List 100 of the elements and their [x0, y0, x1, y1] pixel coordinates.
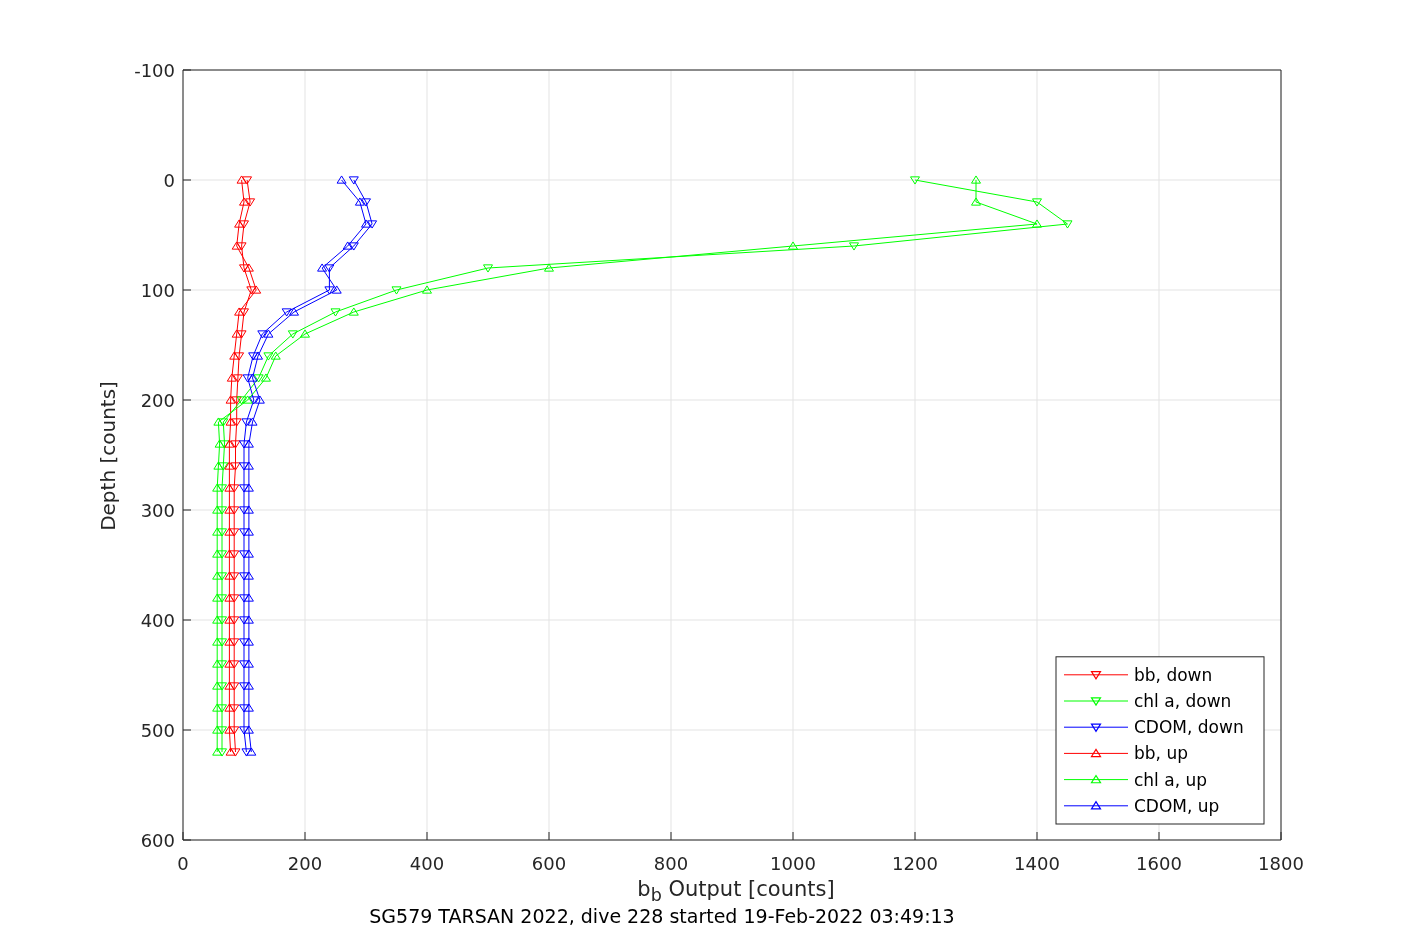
data-marker — [239, 308, 249, 317]
data-marker — [354, 197, 365, 206]
data-marker — [217, 484, 228, 493]
data-marker — [224, 681, 235, 690]
y-tick-label: 500 — [140, 720, 175, 741]
data-marker — [287, 330, 298, 339]
data-marker — [788, 241, 798, 250]
figure-caption: SG579 TARSAN 2022, dive 228 started 19-Feb-2022 03:49:13 — [368, 905, 956, 927]
data-marker — [239, 594, 249, 603]
legend-label: CDOM, down — [1134, 717, 1244, 738]
data-marker — [229, 638, 240, 647]
data-marker — [263, 329, 274, 338]
y-tick-label: 200 — [140, 390, 175, 411]
data-marker — [348, 176, 359, 185]
data-marker — [253, 351, 264, 360]
legend-line-icon — [1063, 723, 1129, 733]
data-marker — [324, 264, 335, 273]
data-marker — [391, 286, 402, 295]
data-marker — [849, 242, 859, 251]
data-marker — [230, 462, 241, 471]
data-marker — [241, 418, 252, 427]
y-axis-label: Depth [counts] — [96, 381, 120, 531]
data-marker — [212, 703, 223, 712]
x-tick-label: 1200 — [892, 853, 938, 874]
data-marker — [330, 308, 341, 317]
data-marker — [239, 638, 249, 647]
data-marker — [254, 395, 265, 404]
data-marker — [224, 659, 235, 668]
data-marker — [247, 417, 258, 426]
data-marker — [248, 396, 259, 405]
data-marker — [243, 263, 254, 272]
data-marker — [212, 527, 223, 536]
data-marker — [212, 681, 223, 690]
data-marker — [239, 220, 249, 229]
data-marker — [231, 241, 242, 250]
data-marker — [324, 286, 335, 295]
data-marker — [217, 638, 228, 647]
data-marker — [239, 440, 249, 449]
data-marker — [239, 660, 249, 669]
data-marker — [239, 682, 249, 691]
data-marker — [239, 264, 249, 273]
data-marker — [243, 659, 254, 668]
y-tick-label: 300 — [140, 500, 175, 521]
data-marker — [230, 440, 241, 449]
data-marker — [243, 593, 254, 602]
data-marker — [243, 483, 254, 492]
data-marker — [224, 439, 235, 448]
data-marker — [217, 616, 228, 625]
data-marker — [236, 396, 247, 405]
data-marker — [544, 263, 554, 272]
data-marker — [263, 352, 274, 361]
data-marker — [225, 417, 236, 426]
legend-line-icon — [1063, 748, 1129, 758]
data-marker — [217, 726, 228, 735]
data-marker — [234, 352, 245, 361]
x-tick-label: 0 — [177, 853, 189, 874]
data-marker — [331, 285, 342, 294]
data-marker — [224, 615, 235, 624]
data-marker — [243, 505, 254, 514]
data-marker — [230, 748, 241, 757]
data-marker — [218, 418, 229, 427]
data-marker — [243, 527, 254, 536]
data-marker — [234, 219, 245, 228]
legend-line-icon — [1063, 697, 1129, 707]
data-marker — [224, 461, 235, 470]
y-tick-label: 600 — [140, 830, 175, 851]
legend-label: chl a, down — [1134, 691, 1232, 711]
data-marker — [212, 747, 223, 756]
data-marker — [348, 242, 359, 251]
data-marker — [214, 439, 225, 448]
data-marker — [422, 285, 432, 294]
data-marker — [348, 307, 359, 316]
data-marker — [234, 307, 245, 316]
data-marker — [213, 461, 224, 470]
data-marker — [239, 726, 249, 735]
data-marker — [241, 748, 252, 757]
data-marker — [239, 197, 249, 206]
x-tick-label: 1600 — [1136, 853, 1182, 874]
data-marker — [243, 439, 254, 448]
data-marker — [217, 660, 228, 669]
data-marker — [224, 637, 235, 646]
data-marker — [229, 550, 240, 559]
data-marker — [212, 725, 223, 734]
data-marker — [245, 198, 256, 207]
data-marker — [229, 351, 240, 360]
data-marker — [243, 681, 254, 690]
data-marker — [246, 747, 257, 756]
data-marker — [225, 747, 236, 756]
data-marker — [243, 615, 254, 624]
data-marker — [224, 571, 235, 580]
data-marker — [317, 263, 328, 272]
data-marker — [243, 549, 254, 558]
data-marker — [217, 704, 228, 713]
data-marker — [224, 593, 235, 602]
data-marker — [243, 637, 254, 646]
data-marker — [224, 703, 235, 712]
data-marker — [239, 528, 249, 537]
data-marker — [367, 220, 378, 229]
data-marker — [246, 286, 257, 295]
data-marker — [281, 308, 292, 317]
